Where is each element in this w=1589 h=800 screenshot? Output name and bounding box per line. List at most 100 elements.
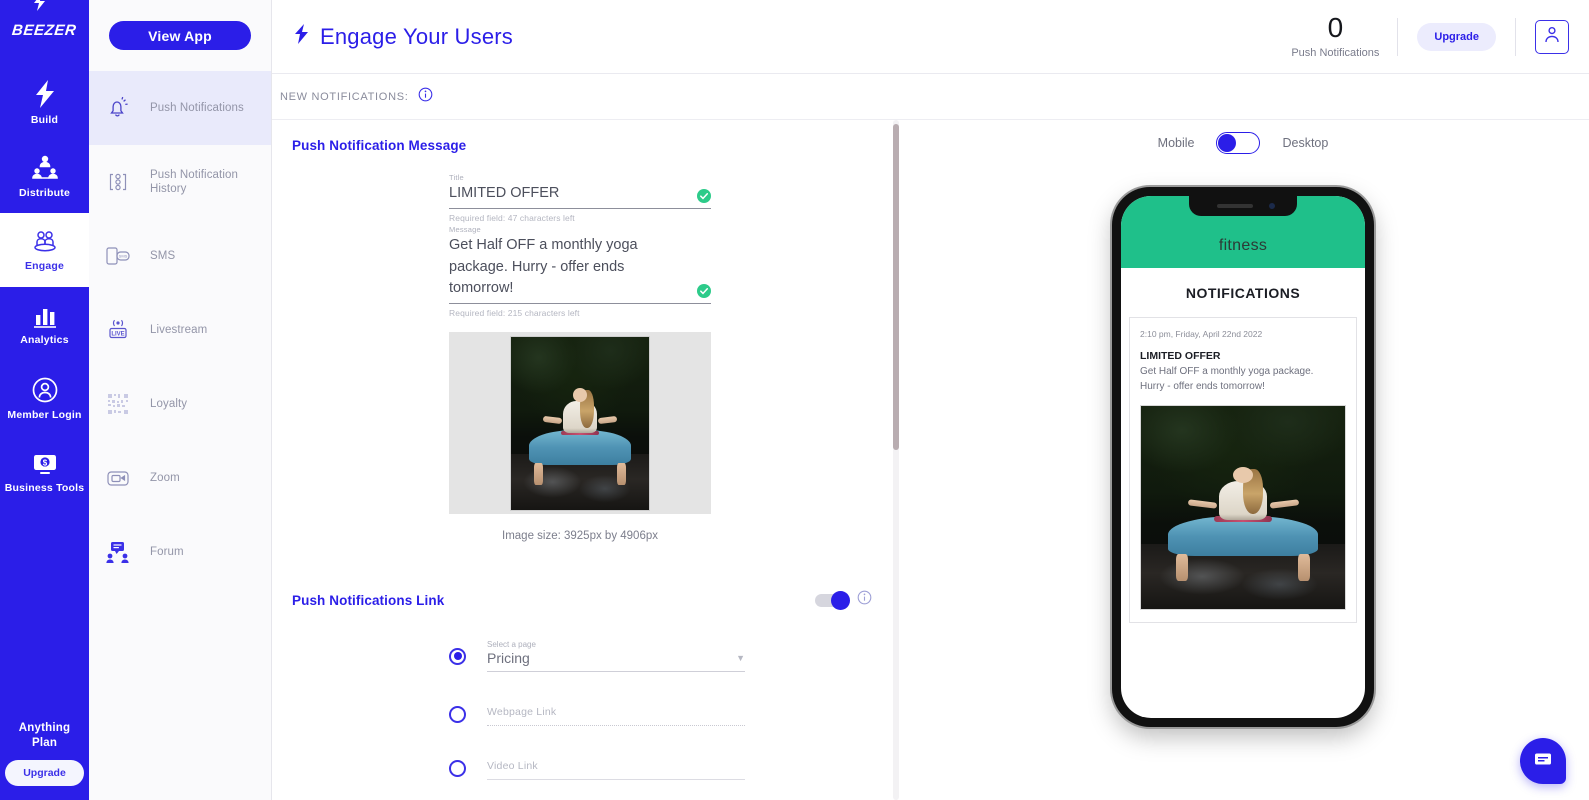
sidebar-item-label: Member Login	[7, 408, 82, 421]
message-field-help: Required field: 215 characters left	[449, 308, 580, 318]
chat-support-button[interactable]	[1520, 738, 1566, 784]
link-option-video[interactable]: Video Link	[449, 756, 896, 780]
subnav-item-zoom[interactable]: Zoom	[89, 441, 271, 515]
header-upgrade-button[interactable]: Upgrade	[1417, 22, 1496, 51]
subnav-item-loyalty[interactable]: Loyalty	[89, 367, 271, 441]
sidebar-item-business-tools[interactable]: $ Business Tools	[0, 435, 89, 509]
push-notification-message-heading: Push Notification Message	[292, 138, 467, 153]
subnav-item-livestream[interactable]: LIVE Livestream	[89, 293, 271, 367]
engage-people-icon	[30, 229, 60, 255]
title-input[interactable]: LIMITED OFFER	[449, 183, 689, 205]
primary-sidebar-items: Build Distribute Engage Analytics Member…	[0, 65, 89, 509]
history-flow-icon	[103, 169, 133, 195]
radio-webpage-link[interactable]	[449, 705, 466, 723]
primary-sidebar: BEEZER Build Distribute Engage Analytics…	[0, 0, 89, 800]
subnav-item-label: Loyalty	[150, 397, 188, 410]
select-page-control[interactable]: Pricing ▼	[487, 650, 745, 672]
sidebar-item-member-login[interactable]: Member Login	[0, 361, 89, 435]
plan-name-line1: Anything	[18, 721, 71, 734]
preview-mode-switcher: Mobile Desktop	[1157, 132, 1329, 154]
radio-select-page[interactable]	[449, 647, 466, 665]
notification-image-preview	[510, 335, 650, 511]
radio-video-link[interactable]	[449, 759, 466, 777]
video-link-field: Video Link	[487, 756, 745, 780]
video-camera-icon	[103, 467, 133, 489]
chevron-down-icon[interactable]: ▼	[736, 653, 745, 663]
subnav-item-label: Zoom	[150, 471, 180, 484]
view-app-button[interactable]: View App	[109, 21, 251, 50]
new-notifications-label: NEW NOTIFICATIONS:	[280, 90, 409, 103]
title-field-help: Required field: 47 characters left	[449, 212, 575, 223]
image-size-caption: Image size: 3925px by 4906px	[502, 530, 658, 542]
video-link-placeholder: Video Link	[487, 760, 538, 772]
radio-dot	[453, 652, 462, 660]
push-notifications-link-heading: Push Notifications Link	[292, 592, 445, 608]
bolt-icon	[33, 0, 46, 15]
check-circle-icon	[697, 188, 711, 203]
phone-camera	[1269, 203, 1275, 209]
message-field-group: Message Get Half OFF a monthly yoga pack…	[449, 225, 711, 318]
bell-icon	[103, 95, 133, 121]
forum-chat-icon	[103, 539, 133, 565]
message-field-row[interactable]: Get Half OFF a monthly yoga package. Hur…	[449, 235, 711, 304]
notification-timestamp: 2:10 pm, Friday, April 22nd 2022	[1140, 329, 1263, 339]
header-divider-1	[1397, 17, 1399, 56]
link-option-select-page[interactable]: Select a page Pricing ▼	[449, 640, 896, 672]
yoga-photo	[1141, 406, 1345, 609]
sidebar-item-build[interactable]: Build	[0, 65, 89, 139]
phone-screen: fitness NOTIFICATIONS 2:10 pm, Friday, A…	[1121, 196, 1365, 718]
select-page-field: Select a page Pricing ▼	[487, 640, 745, 672]
chat-bubble-icon	[1532, 748, 1554, 775]
message-field-label: Message	[449, 224, 481, 234]
select-page-label: Select a page	[487, 640, 536, 649]
user-circle-icon	[31, 376, 59, 404]
bolt-icon	[33, 79, 57, 109]
subnav-item-push-notification-history[interactable]: Push Notification History	[89, 145, 271, 219]
plan-name-line2: Plan	[31, 737, 58, 750]
sidebar-item-distribute[interactable]: Distribute	[0, 139, 89, 213]
mobile-desktop-toggle[interactable]	[1216, 132, 1261, 154]
beezer-logo[interactable]: BEEZER	[11, 0, 78, 39]
notification-body-line1: Get Half OFF a monthly yoga package.	[1140, 366, 1314, 377]
sidebar-upgrade-button[interactable]: Upgrade	[5, 760, 84, 786]
subnav-item-push-notifications[interactable]: Push Notifications	[89, 71, 271, 145]
info-icon[interactable]	[857, 590, 872, 610]
push-notifications-link-header: Push Notifications Link	[272, 590, 896, 610]
sidebar-item-analytics[interactable]: Analytics	[0, 287, 89, 361]
subnav-item-label: Push Notifications	[150, 101, 244, 114]
page-title: Engage Your Users	[294, 23, 513, 50]
subnav-item-forum[interactable]: Forum	[89, 515, 271, 589]
webpage-link-placeholder: Webpage Link	[487, 706, 557, 718]
bar-chart-icon	[31, 303, 59, 329]
video-link-control[interactable]: Video Link	[487, 756, 745, 780]
sidebar-item-label: Analytics	[20, 333, 69, 346]
plan-footer: Anything Plan Upgrade	[0, 721, 89, 786]
push-count-value: 0	[1327, 12, 1344, 43]
webpage-link-control[interactable]: Webpage Link	[487, 702, 745, 726]
avatar[interactable]	[1535, 19, 1569, 54]
notification-image-upload[interactable]	[449, 332, 711, 514]
webpage-link-field: Webpage Link	[487, 702, 745, 726]
mobile-label: Mobile	[1157, 136, 1195, 150]
sidebar-item-label: Business Tools	[4, 481, 85, 494]
push-notifications-link-toggle[interactable]	[815, 590, 850, 610]
desktop-label: Desktop	[1282, 136, 1329, 150]
subnav-item-label: Livestream	[150, 323, 208, 336]
link-option-webpage[interactable]: Webpage Link	[449, 702, 896, 726]
subnav-item-sms[interactable]: SMS SMS	[89, 219, 271, 293]
main-content: Engage Your Users 0 Push Notifications U…	[272, 0, 1589, 800]
title-field-label: Title	[449, 173, 464, 182]
message-input[interactable]: Get Half OFF a monthly yoga package. Hur…	[449, 235, 689, 300]
sidebar-item-engage[interactable]: Engage	[0, 213, 89, 287]
header-actions: 0 Push Notifications Upgrade	[1291, 0, 1589, 73]
distribute-icon	[30, 154, 60, 182]
preview-notification-card[interactable]: 2:10 pm, Friday, April 22nd 2022 LIMITED…	[1129, 317, 1357, 623]
app-root: BEEZER Build Distribute Engage Analytics…	[0, 0, 1589, 800]
title-field-row[interactable]: LIMITED OFFER	[449, 183, 711, 209]
push-notifications-counter: 0 Push Notifications	[1291, 12, 1397, 60]
info-icon[interactable]	[418, 87, 433, 107]
view-app-wrapper: View App	[89, 0, 271, 71]
phone-notch	[1189, 196, 1297, 216]
notification-image	[1140, 405, 1346, 610]
preview-screen-title: NOTIFICATIONS	[1185, 285, 1301, 301]
